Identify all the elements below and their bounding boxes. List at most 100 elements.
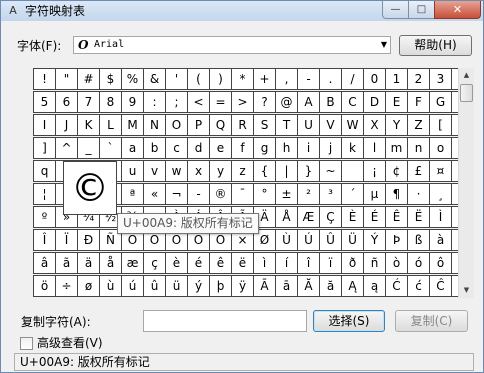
char-cell[interactable]: v (143, 160, 166, 182)
char-cell[interactable]: ă (319, 275, 342, 297)
char-cell[interactable]: ÿ (231, 275, 254, 297)
char-cell[interactable]: ' (165, 68, 188, 90)
char-cell[interactable]: ² (297, 183, 320, 205)
char-cell[interactable]: W (341, 114, 364, 136)
char-cell[interactable]: $ (99, 68, 122, 90)
advanced-view-label[interactable]: 高级查看(V) (37, 336, 103, 351)
char-cell[interactable]: ; (165, 91, 188, 113)
char-cell[interactable]: N (143, 114, 166, 136)
char-cell[interactable]: ¢ (385, 160, 408, 182)
char-cell[interactable]: Æ (297, 206, 320, 228)
char-cell[interactable]: ~ (319, 160, 342, 182)
char-cell[interactable]: g (253, 137, 276, 159)
char-cell[interactable]: Ç (319, 206, 342, 228)
char-cell[interactable]: Å (275, 206, 298, 228)
char-cell[interactable]: - (187, 183, 210, 205)
grid-scrollbar[interactable]: ▲ ▼ (458, 68, 474, 298)
char-cell[interactable]: \ (451, 114, 458, 136)
char-cell[interactable]: k (341, 137, 364, 159)
char-cell[interactable]: d (187, 137, 210, 159)
char-cell[interactable]: É (363, 206, 386, 228)
char-cell[interactable]: c (165, 137, 188, 159)
char-cell[interactable]: ð (341, 252, 364, 274)
char-cell[interactable]: Ý (363, 229, 386, 251)
char-cell[interactable]: ñ (363, 252, 386, 274)
char-cell[interactable]: 3 (429, 68, 452, 90)
help-button[interactable]: 帮助(H) (399, 35, 472, 56)
char-cell[interactable]: Ü (341, 229, 364, 251)
char-cell[interactable]: b (143, 137, 166, 159)
char-cell[interactable]: o (429, 137, 452, 159)
char-cell[interactable]: 6 (55, 91, 78, 113)
char-cell[interactable]: u (121, 160, 144, 182)
char-cell[interactable]: î (297, 252, 320, 274)
char-cell[interactable]: û (143, 275, 166, 297)
char-cell[interactable]: T (275, 114, 298, 136)
char-cell[interactable]: X (363, 114, 386, 136)
char-cell[interactable]: Î (33, 229, 56, 251)
char-cell[interactable]: O (165, 114, 188, 136)
char-cell[interactable]: Ā (253, 275, 276, 297)
char-cell[interactable]: ¸ (429, 183, 452, 205)
char-cell[interactable]: £ (407, 160, 430, 182)
char-cell[interactable]: P (187, 114, 210, 136)
char-cell[interactable]: õ (451, 252, 458, 274)
char-cell[interactable]: S (253, 114, 276, 136)
char-cell[interactable]: 8 (99, 91, 122, 113)
char-cell[interactable]: ¤ (429, 160, 452, 182)
char-cell[interactable]: R (231, 114, 254, 136)
char-cell[interactable]: ó (407, 252, 430, 274)
char-cell[interactable]: ? (253, 91, 276, 113)
char-cell[interactable]: V (319, 114, 342, 136)
char-cell[interactable]: Û (319, 229, 342, 251)
char-cell[interactable]: ´ (341, 183, 364, 205)
char-cell[interactable]: l (363, 137, 386, 159)
minimize-button[interactable]: — (382, 1, 409, 19)
char-cell[interactable]: à (429, 229, 452, 251)
char-cell[interactable]: ! (33, 68, 56, 90)
char-cell[interactable]: f (231, 137, 254, 159)
char-cell[interactable]: 2 (407, 68, 430, 90)
char-cell[interactable]: æ (121, 252, 144, 274)
char-cell[interactable]: | (275, 160, 298, 182)
char-cell[interactable]: ß (407, 229, 430, 251)
char-cell[interactable]: ô (429, 252, 452, 274)
char-cell[interactable]: ì (253, 252, 276, 274)
char-cell[interactable]: ° (253, 183, 276, 205)
char-cell[interactable]: ¬ (165, 183, 188, 205)
char-cell[interactable]: 5 (33, 91, 56, 113)
char-cell[interactable]: â (33, 252, 56, 274)
char-cell[interactable]: Ù (275, 229, 298, 251)
maximize-button[interactable]: □ (408, 1, 435, 19)
char-cell[interactable]: z (231, 160, 254, 182)
copy-input[interactable] (143, 310, 307, 332)
char-cell[interactable]: q (33, 160, 56, 182)
char-cell[interactable]: ± (275, 183, 298, 205)
char-cell[interactable]: = (209, 91, 232, 113)
char-cell[interactable]: ā (275, 275, 298, 297)
advanced-view-checkbox[interactable] (20, 337, 33, 350)
char-cell[interactable]: « (143, 183, 166, 205)
char-cell[interactable]: Z (407, 114, 430, 136)
char-cell[interactable]: ã (55, 252, 78, 274)
char-cell[interactable]: Ă (297, 275, 320, 297)
scroll-thumb[interactable] (460, 84, 473, 102)
char-cell[interactable]: ò (385, 252, 408, 274)
char-cell[interactable]: ü (165, 275, 188, 297)
char-cell[interactable]: > (231, 91, 254, 113)
char-cell[interactable]: + (253, 68, 276, 90)
char-cell[interactable]: E (385, 91, 408, 113)
char-cell[interactable]: è (165, 252, 188, 274)
char-cell[interactable]: å (99, 252, 122, 274)
char-cell[interactable]: w (165, 160, 188, 182)
char-cell[interactable]: ® (209, 183, 232, 205)
char-cell[interactable]: " (55, 68, 78, 90)
char-cell[interactable]: º (33, 206, 56, 228)
char-cell[interactable]: á (451, 229, 458, 251)
char-cell[interactable]: ^ (55, 137, 78, 159)
char-cell[interactable]: * (231, 68, 254, 90)
char-cell[interactable]: n (407, 137, 430, 159)
char-cell[interactable]: 9 (121, 91, 144, 113)
char-cell[interactable]: ) (209, 68, 232, 90)
char-cell[interactable]: : (143, 91, 166, 113)
